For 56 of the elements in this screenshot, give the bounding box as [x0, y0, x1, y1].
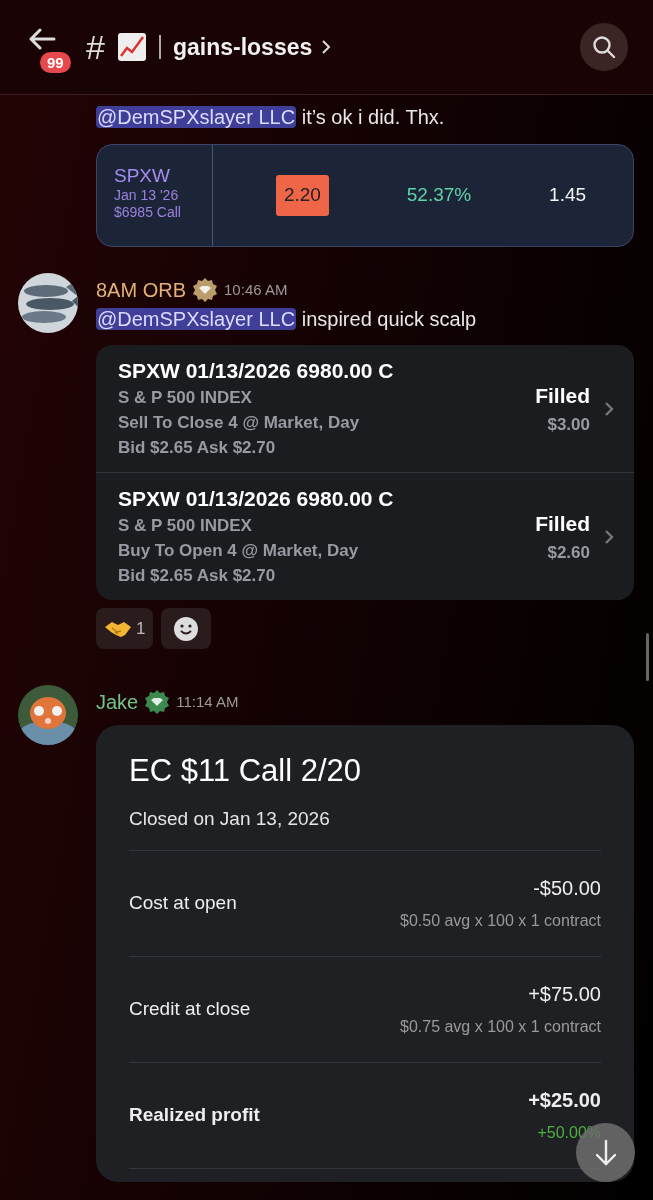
arrow-down-icon	[593, 1138, 618, 1167]
bid-ask: Bid $2.65 Ask $2.70	[118, 437, 277, 459]
chevron-icon[interactable]	[321, 39, 332, 55]
row-value: -$50.00	[532, 876, 601, 901]
mention-link[interactable]: @DemSPXslayer LLC	[96, 106, 297, 128]
mention-link[interactable]: @DemSPXslayer LLC	[96, 308, 297, 330]
role-badge-icon	[192, 277, 219, 303]
row-detail: $0.75 avg x 100 x 1 contract	[400, 1017, 601, 1037]
add-reaction-button[interactable]	[161, 608, 212, 649]
smiley-icon	[173, 615, 200, 642]
fill-price: $3.00	[546, 413, 590, 436]
channel-name[interactable]: gains-losses	[172, 29, 313, 65]
timestamp: 10:46 AM	[224, 279, 288, 300]
order-action: Sell To Close 4 @ Market, Day	[118, 412, 361, 434]
fill-price: $2.60	[546, 541, 590, 564]
search-icon	[592, 35, 616, 59]
order-row[interactable]: SPXW 01/13/2026 6980.00 C S & P 500 INDEX Buy To Open 4 @ Market, Day Bid $2.65 Ask $2.70 Filled $2.60	[96, 472, 634, 600]
ticker-symbol: SPXW	[114, 165, 171, 187]
unread-badge: 99	[40, 52, 71, 73]
bid-ask: Bid $2.65 Ask $2.70	[118, 565, 277, 587]
author-name[interactable]: 8AM ORB	[96, 275, 187, 305]
author-name[interactable]: Jake	[96, 687, 139, 717]
search-button[interactable]	[580, 23, 628, 71]
row-value: +$25.00	[528, 1088, 601, 1113]
order-title: SPXW 01/13/2026 6980.00 C	[118, 486, 395, 512]
scrollbar[interactable]	[646, 633, 649, 681]
back-icon[interactable]	[28, 28, 56, 50]
channel-hash: #	[86, 26, 105, 68]
chevron-icon	[604, 400, 614, 417]
chevron-icon	[604, 528, 614, 545]
underlying-name: S & P 500 INDEX	[118, 515, 253, 537]
message-text: @DemSPXslayer LLC inspired quick scalp	[96, 307, 478, 332]
reaction-button[interactable]: 1	[96, 608, 154, 649]
order-row[interactable]: SPXW 01/13/2026 6980.00 C S & P 500 INDEX Sell To Close 4 @ Market, Day Bid $2.65 Ask $2.70 Filled $3.00	[96, 345, 634, 472]
trade-title: EC $11 Call 2/20	[129, 752, 363, 790]
order-action: Buy To Open 4 @ Market, Day	[118, 540, 360, 562]
last-price: 1.45	[549, 183, 587, 208]
row-label: Realized profit	[129, 1102, 260, 1127]
trade-subtitle: Closed on Jan 13, 2026	[129, 807, 331, 831]
order-status: Filled	[535, 511, 590, 537]
row-label: Credit at close	[129, 996, 251, 1021]
row-detail: +50.00%	[536, 1123, 601, 1143]
row-value: +$75.00	[527, 982, 601, 1007]
percent-change: 52.37%	[406, 183, 472, 208]
order-status: Filled	[535, 383, 590, 409]
timestamp: 11:14 AM	[176, 691, 239, 712]
row-detail: $0.50 avg x 100 x 1 contract	[400, 911, 601, 931]
expiry-date: Jan 13 '26	[114, 187, 180, 204]
price-tag: 2.20	[275, 175, 329, 216]
underlying-name: S & P 500 INDEX	[118, 387, 253, 409]
message-text: @DemSPXslayer LLC it’s ok i did. Thx.	[96, 105, 446, 130]
order-title: SPXW 01/13/2026 6980.00 C	[118, 358, 395, 384]
row-label: Cost at open	[129, 890, 237, 915]
contract-label: $6985 Call	[114, 204, 182, 221]
chart-icon	[116, 32, 147, 62]
role-badge-icon	[144, 689, 171, 715]
